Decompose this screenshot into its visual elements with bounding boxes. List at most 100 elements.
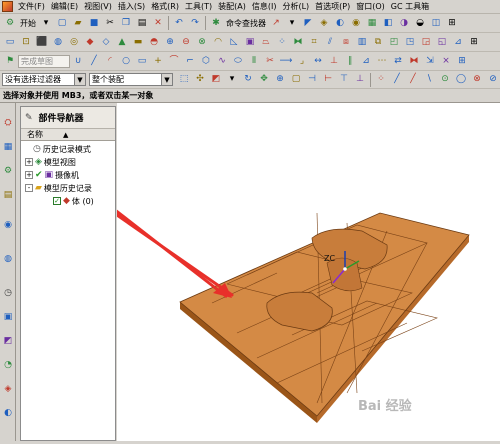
subtract-icon[interactable]: ⊖ <box>179 35 193 49</box>
feature-select-icon[interactable]: ◩ <box>209 73 223 87</box>
alternate-solution-icon[interactable]: ⇄ <box>391 54 405 68</box>
menu-info[interactable]: 信息(I) <box>249 1 280 12</box>
orient-icon[interactable]: ◧ <box>381 16 395 30</box>
intersect-icon[interactable]: ⊗ <box>195 35 209 49</box>
intersection-curve-icon[interactable]: ⨯ <box>439 54 453 68</box>
tree-item-model-views[interactable]: + ◈ 模型视图 <box>25 156 76 168</box>
assembly-scope-select[interactable]: 整个装配 ▼ <box>89 73 173 86</box>
finish-sketch-button[interactable]: 完成草图 <box>18 54 70 68</box>
delete-icon[interactable]: ✕ <box>151 16 165 30</box>
snap-center-icon[interactable]: ⊙ <box>438 73 452 87</box>
start-icon[interactable]: ⚙ <box>3 16 17 30</box>
menu-analysis[interactable]: 分析(L) <box>279 1 312 12</box>
more-icon[interactable]: ⊞ <box>455 54 469 68</box>
tree-item-body[interactable]: ✓ ◆ 体 (0) <box>53 195 94 207</box>
system-materials-icon[interactable]: ◈ <box>2 383 14 395</box>
snap-point-icon[interactable]: ⁘ <box>374 73 388 87</box>
extrude-icon[interactable]: ⬛ <box>35 35 49 49</box>
save-icon[interactable]: ■ <box>87 16 101 30</box>
menu-assembly[interactable]: 装配(A) <box>215 1 249 12</box>
more-icon[interactable]: ⊞ <box>467 35 481 49</box>
arc-icon[interactable]: ◜ <box>103 54 117 68</box>
delete-face-icon[interactable]: ◱ <box>435 35 449 49</box>
show-hide-icon[interactable]: ◐ <box>333 16 347 30</box>
reuse-library-icon[interactable]: ▤ <box>2 189 14 201</box>
expand-toggle[interactable]: - <box>25 184 33 192</box>
groove-icon[interactable]: ◓ <box>147 35 161 49</box>
trim-body-icon[interactable]: ⌗ <box>307 35 321 49</box>
select-icon[interactable]: ◤ <box>301 16 315 30</box>
snap-endpoint-icon[interactable]: ⊣ <box>305 73 319 87</box>
start-button[interactable]: 开始 <box>20 18 36 29</box>
menu-view[interactable]: 视图(V) <box>81 1 115 12</box>
hd3d-tools-icon[interactable]: ◉ <box>2 219 14 231</box>
unite-icon[interactable]: ⊕ <box>163 35 177 49</box>
circle-icon[interactable]: ○ <box>119 54 133 68</box>
corner-icon[interactable]: ⌟ <box>295 54 309 68</box>
undo-icon[interactable]: ↶ <box>172 16 186 30</box>
split-body-icon[interactable]: ⫽ <box>323 35 337 49</box>
show-constraints-icon[interactable]: ⊿ <box>359 54 373 68</box>
sketch-icon[interactable]: ▭ <box>3 35 17 49</box>
snap-quadrant-icon[interactable]: ◯ <box>454 73 468 87</box>
command-finder-icon[interactable]: ✱ <box>209 16 223 30</box>
menu-file[interactable]: 文件(F) <box>15 1 48 12</box>
type-filter-select[interactable]: 没有选择过滤器 ▼ <box>2 73 86 86</box>
copy-icon[interactable]: ❐ <box>119 16 133 30</box>
edge-blend-icon[interactable]: ◠ <box>211 35 225 49</box>
tree-item-cameras[interactable]: + ✔ ▣ 摄像机 <box>25 169 79 181</box>
column-header-name[interactable]: 名称 ▲ <box>21 129 115 141</box>
dropdown-icon[interactable]: ▾ <box>285 16 299 30</box>
menu-tools[interactable]: 工具(T) <box>182 1 215 12</box>
project-curve-icon[interactable]: ⇲ <box>423 54 437 68</box>
snap-intersection-icon[interactable]: ⊥ <box>353 73 367 87</box>
new-file-icon[interactable]: ▢ <box>55 16 69 30</box>
chamfer-icon[interactable]: ◺ <box>227 35 241 49</box>
boss-icon[interactable]: ◆ <box>83 35 97 49</box>
tree-item-history-mode[interactable]: ◷ 历史记录模式 <box>33 143 91 155</box>
snap-control-icon[interactable]: ⊤ <box>337 73 351 87</box>
datum-icon[interactable]: ⊡ <box>19 35 33 49</box>
part-navigator-icon[interactable]: ▦ <box>2 141 14 153</box>
snap-face-icon[interactable]: ⊗ <box>470 73 484 87</box>
auto-constrain-icon[interactable]: ∥ <box>343 54 357 68</box>
snap-pole-icon[interactable]: ⊘ <box>486 73 500 87</box>
dropdown-icon[interactable]: ▾ <box>225 73 239 87</box>
repeat-command-icon[interactable]: ↗ <box>269 16 283 30</box>
pan-icon[interactable]: ✥ <box>257 73 271 87</box>
slot-icon[interactable]: ▬ <box>131 35 145 49</box>
dimension-icon[interactable]: ↔ <box>311 54 325 68</box>
wireframe-icon[interactable]: ◫ <box>429 16 443 30</box>
line-icon[interactable]: ╱ <box>87 54 101 68</box>
profile-icon[interactable]: ∪ <box>71 54 85 68</box>
more-icon[interactable]: ⊞ <box>445 16 459 30</box>
extend-curve-icon[interactable]: ⟶ <box>279 54 293 68</box>
fillet-icon[interactable]: ⌒ <box>167 54 181 68</box>
render-icon[interactable]: ◑ <box>397 16 411 30</box>
move-face-icon[interactable]: ◳ <box>403 35 417 49</box>
point-icon[interactable]: + <box>151 54 165 68</box>
expand-toggle[interactable]: + <box>25 171 33 179</box>
snap-midpoint-icon[interactable]: ⊢ <box>321 73 335 87</box>
layer-icon[interactable]: ▦ <box>365 16 379 30</box>
offset-face-icon[interactable]: ⧈ <box>339 35 353 49</box>
open-folder-icon[interactable]: ▰ <box>71 16 85 30</box>
sew-icon[interactable]: ⧉ <box>371 35 385 49</box>
shaded-icon[interactable]: ◒ <box>413 16 427 30</box>
menu-insert[interactable]: 插入(S) <box>115 1 148 12</box>
expand-toggle[interactable]: + <box>25 158 33 166</box>
paste-icon[interactable]: ▤ <box>135 16 149 30</box>
snap-existing-icon[interactable]: ╱ <box>390 73 404 87</box>
pin-icon[interactable]: ✎ <box>25 113 33 123</box>
manufacturing-wizard-icon[interactable]: ◩ <box>2 335 14 347</box>
offset-curve-icon[interactable]: ⫴ <box>247 54 261 68</box>
draft-icon[interactable]: ⏢ <box>259 35 273 49</box>
command-finder-button[interactable]: 命令查找器 <box>226 18 266 29</box>
pocket-icon[interactable]: ◇ <box>99 35 113 49</box>
display-icon[interactable]: ◉ <box>349 16 363 30</box>
fit-icon[interactable]: ▢ <box>289 73 303 87</box>
convert-reference-icon[interactable]: ⋯ <box>375 54 389 68</box>
tree-item-model-history[interactable]: - ▰ 模型历史记录 <box>25 182 92 194</box>
polygon-icon[interactable]: ⬡ <box>199 54 213 68</box>
select-all-icon[interactable]: ⬚ <box>177 73 191 87</box>
